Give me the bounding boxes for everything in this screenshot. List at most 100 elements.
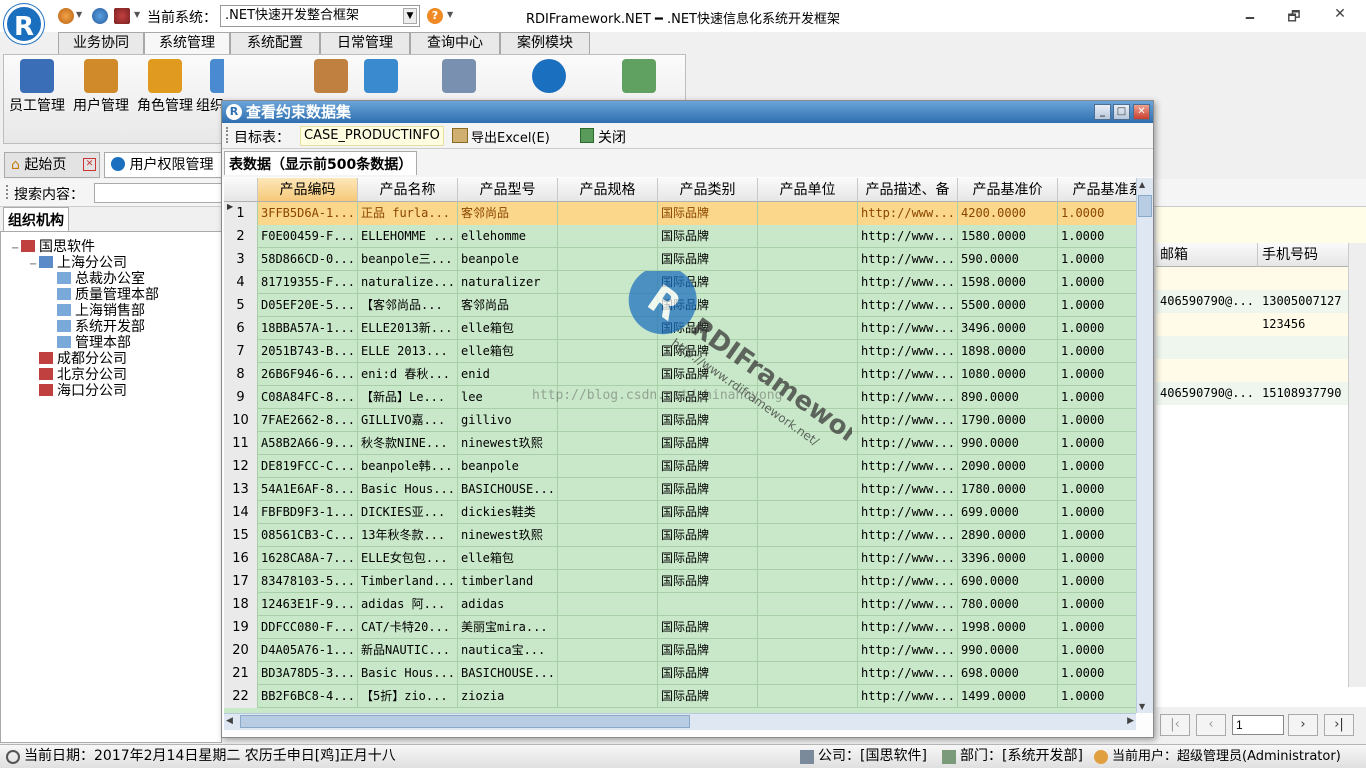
tab-business[interactable]: 业务协同 — [58, 32, 144, 54]
table-row[interactable]: 11 A58B2A66-9... 秋冬款NINE... ninewest玖熙 国际品牌 h… — [224, 432, 1136, 455]
column-header-email[interactable]: 邮箱 — [1156, 243, 1258, 267]
column-header-phone[interactable]: 手机号码 — [1258, 243, 1352, 267]
collapse-icon[interactable]: − — [11, 243, 21, 254]
ribbon-button-6[interactable] — [350, 59, 412, 95]
role-management-button[interactable]: 角色管理 — [134, 59, 196, 115]
row-number[interactable]: 16 — [224, 547, 258, 570]
table-row[interactable]: 3 58D866CD-0... beanpole三... beanpole 国际品牌 ht… — [224, 248, 1136, 271]
scroll-up-icon[interactable]: ▲ — [1139, 180, 1145, 189]
row-number[interactable]: 15 — [224, 524, 258, 547]
row-number[interactable]: 14 — [224, 501, 258, 524]
table-row[interactable]: 5 D05EF20E-5... 【客邻尚品... 客邻尚品 国际品牌 http://www… — [224, 294, 1136, 317]
ribbon-button-7[interactable] — [428, 59, 490, 95]
page-input[interactable] — [1232, 715, 1284, 735]
help-icon[interactable]: ? — [427, 8, 443, 24]
table-row[interactable]: 12 DE819FCC-C... beanpole韩... beanpole 国际品牌 h… — [224, 455, 1136, 478]
target-table-value[interactable]: CASE_PRODUCTINFO — [300, 126, 444, 146]
row-number[interactable]: 2 — [224, 225, 258, 248]
vertical-scrollbar[interactable]: ▲ ▼ — [1136, 178, 1153, 713]
row-number[interactable]: 5 — [224, 294, 258, 317]
tab-system-management[interactable]: 系统管理 — [144, 32, 230, 55]
employee-management-button[interactable]: 员工管理 — [6, 59, 68, 115]
grid-caption[interactable]: 表数据（显示前500条数据） — [224, 151, 418, 175]
row-number[interactable]: 11 — [224, 432, 258, 455]
row-number[interactable]: 8 — [224, 363, 258, 386]
row-number[interactable]: 21 — [224, 662, 258, 685]
table-row[interactable]: 8 26B6F946-6... eni:d 春秋... enid 国际品牌 http://… — [224, 363, 1136, 386]
tab-home[interactable]: ⌂ 起始页 ✕ — [4, 152, 100, 178]
vertical-scrollbar[interactable] — [1348, 243, 1366, 687]
dropdown-arrow-icon[interactable]: ▼ — [76, 10, 82, 19]
user-management-button[interactable]: 用户管理 — [70, 59, 132, 115]
last-page-button[interactable]: ›| — [1324, 714, 1354, 736]
tab-system-config[interactable]: 系统配置 — [230, 32, 320, 54]
ribbon-button-8[interactable] — [518, 59, 580, 95]
table-row[interactable]: 15 08561CB3-C... 13年秋冬款... ninewest玖熙 国际品牌 ht… — [224, 524, 1136, 547]
row-number[interactable]: 6 — [224, 317, 258, 340]
column-header[interactable]: 产品描述、备 — [858, 178, 958, 202]
row-number[interactable]: 22 — [224, 685, 258, 708]
table-row[interactable]: 10 7FAE2662-8... GILLIVO嘉... gillivo 国际品牌 htt… — [224, 409, 1136, 432]
table-row[interactable]: 18 12463E1F-9... adidas 阿... adidas http://w… — [224, 593, 1136, 616]
next-page-button[interactable]: › — [1288, 714, 1318, 736]
collapse-icon[interactable]: − — [29, 259, 39, 270]
users-icon[interactable] — [92, 8, 108, 24]
dialog-title-bar[interactable]: R 查看约束数据集 _ □ ✕ — [222, 101, 1153, 123]
column-header[interactable]: 产品编码 — [258, 178, 358, 202]
dialog-minimize-button[interactable]: _ — [1094, 104, 1111, 120]
minimize-button[interactable]: 🗕 — [1238, 6, 1262, 25]
row-number[interactable]: 7 — [224, 340, 258, 363]
scroll-thumb[interactable] — [240, 715, 690, 728]
table-row[interactable]: 14 FBFBD9F3-1... DICKIES亚... dickies鞋类 国际品牌 h… — [224, 501, 1136, 524]
row-number[interactable]: 12 — [224, 455, 258, 478]
table-row[interactable]: 20 D4A05A76-1... 新品NAUTIC... nautica宝... 国际品… — [224, 639, 1136, 662]
row-number[interactable]: 19 — [224, 616, 258, 639]
table-row[interactable]: 406590790@... 13005007127 — [1156, 290, 1348, 313]
export-excel-button[interactable]: 导出Excel(E) — [471, 127, 550, 146]
close-button[interactable]: ✕ — [1328, 6, 1352, 24]
table-row[interactable]: 9 C08A84FC-8... 【新品】Le... lee 国际品牌 http://www… — [224, 386, 1136, 409]
table-row[interactable]: 17 83478103-5... Timberland... timberland 国际… — [224, 570, 1136, 593]
quick-access-icon[interactable] — [58, 8, 74, 24]
column-header[interactable]: 产品名称 — [358, 178, 458, 202]
column-header[interactable]: 产品类别 — [658, 178, 758, 202]
dropdown-arrow-icon[interactable]: ▼ — [134, 10, 140, 19]
table-row[interactable]: 1 3FFB5D6A-1... 正品 furla... 客邻尚品 国际品牌 http://… — [224, 202, 1136, 225]
grid-corner[interactable] — [224, 178, 258, 202]
table-row[interactable]: 2 F0E00459-F... ELLEHOMME ... ellehomme 国际品牌… — [224, 225, 1136, 248]
table-row[interactable]: 19 DDFCC080-F... CAT/卡特20... 美丽宝mira... 国际品牌… — [224, 616, 1136, 639]
row-number[interactable]: 10 — [224, 409, 258, 432]
column-header[interactable]: 产品型号 — [458, 178, 558, 202]
tab-user-permission[interactable]: 用户权限管理 — [104, 152, 222, 178]
scroll-down-icon[interactable]: ▼ — [1139, 702, 1145, 711]
prev-page-button[interactable]: ‹ — [1196, 714, 1226, 736]
table-row[interactable] — [1156, 359, 1348, 382]
table-row[interactable]: 22 BB2F6BC8-4... 【5折】zio... ziozia 国际品牌 http:… — [224, 685, 1136, 708]
table-row[interactable]: 123456 — [1156, 313, 1348, 336]
row-number[interactable]: 18 — [224, 593, 258, 616]
table-row[interactable]: 21 BD3A78D5-3... Basic Hous... BASICHOUSE..… — [224, 662, 1136, 685]
tab-daily[interactable]: 日常管理 — [320, 32, 410, 54]
horizontal-scrollbar[interactable]: ◀ ▶ — [224, 713, 1136, 730]
row-number[interactable]: 3 — [224, 248, 258, 271]
table-row[interactable]: 406590790@... 15108937790 — [1156, 382, 1348, 405]
table-row[interactable]: 6 18BBA57A-1... ELLE2013新... elle箱包 国际品牌 http… — [224, 317, 1136, 340]
org-tab[interactable]: 组织机构 — [3, 207, 69, 231]
tools-icon[interactable] — [114, 8, 130, 24]
dialog-maximize-button[interactable]: □ — [1113, 104, 1130, 120]
close-dialog-button[interactable]: 关闭 — [598, 127, 626, 147]
table-row[interactable] — [1156, 336, 1348, 359]
row-number[interactable]: 17 — [224, 570, 258, 593]
column-header[interactable]: 产品基准价 — [958, 178, 1058, 202]
column-header[interactable]: 产品单位 — [758, 178, 858, 202]
row-number[interactable]: 4 — [224, 271, 258, 294]
row-number[interactable]: 13 — [224, 478, 258, 501]
table-row[interactable] — [1156, 267, 1348, 290]
current-system-select[interactable]: .NET快速开发整合框架 ▼ — [220, 5, 420, 27]
chevron-down-icon[interactable]: ▼ — [403, 8, 417, 24]
tab-query[interactable]: 查询中心 — [410, 32, 500, 54]
table-row[interactable]: 7 2051B743-B... ELLE 2013... elle箱包 国际品牌 http… — [224, 340, 1136, 363]
column-header[interactable]: 产品基准系 — [1058, 178, 1136, 202]
org-management-button[interactable]: 组织 — [196, 59, 224, 115]
dropdown-arrow-icon[interactable]: ▼ — [447, 10, 453, 19]
